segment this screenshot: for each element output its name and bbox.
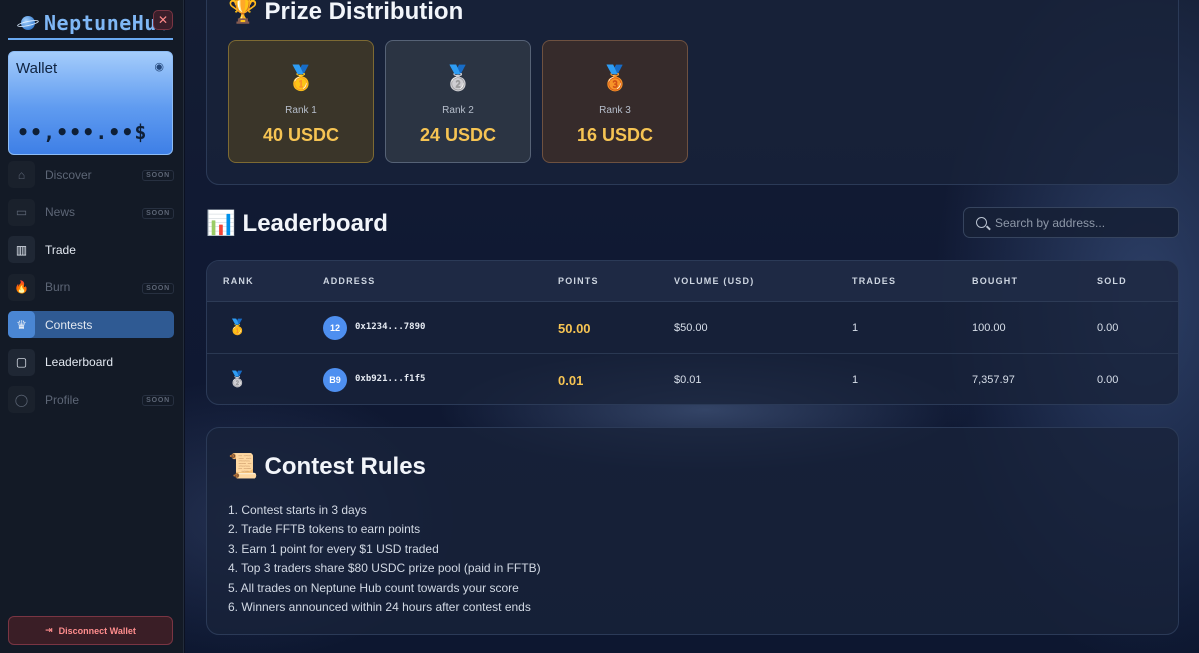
disconnect-wallet-button[interactable]: ⇥ Disconnect Wallet — [8, 616, 173, 645]
leaderboard-title: 📊 Leaderboard — [206, 210, 388, 237]
sidebar-item-label: News — [45, 205, 76, 219]
clipboard-icon: ▢ — [8, 348, 35, 376]
avatar: B9 — [323, 368, 347, 392]
column-header-points: POINTS — [558, 276, 599, 286]
silver-medal-icon: 🥈 — [228, 371, 247, 388]
sidebar-item-label: Profile — [45, 392, 80, 407]
planet-logo-icon — [16, 13, 40, 33]
prize-amount: 24 USDC — [419, 125, 497, 145]
trades-value: 1 — [852, 374, 859, 386]
silver-medal-icon: 🥈 — [443, 65, 473, 92]
prize-card-rank-3: 🥉 Rank 3 16 USDC — [542, 40, 688, 163]
prize-card-rank-2: 🥈 Rank 2 24 USDC — [385, 40, 531, 163]
sidebar-item-label: Trade — [45, 242, 76, 257]
trophy-icon: ♛ — [8, 311, 35, 338]
bought-value: 7,357.97 — [972, 374, 1015, 386]
sidebar-item-label: Burn — [45, 280, 71, 294]
table-row[interactable]: 🥇 12 0x1234...7890 50.00 $50.00 1 100.00… — [207, 302, 1178, 354]
volume-value: $50.00 — [674, 322, 708, 334]
rules-list: 1. Contest starts in 3 days 2. Trade FFT… — [228, 501, 541, 617]
wallet-card[interactable]: Wallet ◉ ••,•••.••$ — [8, 51, 173, 155]
prize-card-rank-1: 🥇 Rank 1 40 USDC — [228, 40, 374, 163]
table-row[interactable]: 🥈 B9 0xb921...f1f5 0.01 $0.01 1 7,357.97… — [207, 354, 1178, 404]
search-icon — [976, 217, 987, 228]
prize-rank-label: Rank 3 — [599, 105, 631, 116]
sidebar-item-burn[interactable]: 🔥 Burn SOON — [8, 273, 174, 301]
column-header-rank: RANK — [223, 276, 254, 286]
gold-medal-icon: 🥇 — [228, 319, 247, 336]
logout-icon: ⇥ — [45, 625, 53, 635]
book-icon: ▭ — [8, 198, 35, 226]
wallet-title: Wallet — [16, 60, 58, 77]
column-header-volume: VOLUME (USD) — [674, 276, 755, 286]
rule-item: 2. Trade FFTB tokens to earn points — [228, 522, 421, 537]
search-box[interactable] — [963, 207, 1179, 238]
soon-badge: SOON — [142, 170, 174, 181]
disconnect-label: Disconnect Wallet — [58, 625, 136, 636]
rule-item: 1. Contest starts in 3 days — [228, 503, 367, 517]
sidebar-item-news[interactable]: ▭ News SOON — [8, 198, 174, 226]
contest-rules-panel: 📜 Contest Rules 1. Contest starts in 3 d… — [206, 427, 1179, 635]
address-link[interactable]: 0x1234...7890 — [355, 322, 425, 332]
trades-value: 1 — [852, 322, 859, 334]
address-link[interactable]: 0xb921...f1f5 — [355, 374, 425, 384]
planet-mini-icon: ◉ — [154, 61, 164, 73]
sidebar-item-trade[interactable]: ▥ Trade — [8, 236, 174, 263]
bar-chart-icon: ▥ — [8, 236, 35, 263]
sidebar-nav: ⌂ Discover SOON ▭ News SOON ▥ Trade 🔥 Bu… — [8, 158, 174, 413]
table-header: RANK ADDRESS POINTS VOLUME (USD) TRADES … — [207, 261, 1178, 302]
rule-item: 5. All trades on Neptune Hub count towar… — [228, 580, 519, 595]
rule-item: 6. Winners announced within 24 hours aft… — [228, 599, 531, 614]
sidebar: NeptuneHub ✕ Wallet ◉ ••,•••.••$ ⌂ Disco… — [0, 0, 184, 653]
prize-distribution-panel: 🏆 Prize Distribution 🥇 Rank 1 40 USDC 🥈 … — [206, 0, 1179, 185]
leaderboard-table: RANK ADDRESS POINTS VOLUME (USD) TRADES … — [206, 260, 1179, 405]
rule-item: 4. Top 3 traders share $80 USDC prize po… — [228, 561, 541, 576]
sidebar-item-label: Leaderboard — [45, 355, 114, 369]
search-input[interactable] — [995, 215, 1165, 230]
prize-distribution-title: 🏆 Prize Distribution — [228, 0, 464, 25]
sidebar-item-discover[interactable]: ⌂ Discover SOON — [8, 161, 174, 188]
bought-value: 100.00 — [972, 322, 1006, 334]
sidebar-item-label: Contests — [45, 317, 93, 332]
sidebar-item-profile[interactable]: ◯ Profile SOON — [8, 386, 174, 413]
sidebar-item-leaderboard[interactable]: ▢ Leaderboard — [8, 348, 174, 376]
column-header-bought: BOUGHT — [972, 276, 1019, 286]
sidebar-item-label: Discover — [45, 167, 92, 182]
wallet-balance: ••,•••.••$ — [17, 120, 148, 144]
gold-medal-icon: 🥇 — [286, 65, 316, 92]
column-header-trades: TRADES — [852, 276, 897, 286]
prize-rank-label: Rank 1 — [285, 105, 317, 116]
close-sidebar-button[interactable]: ✕ — [153, 10, 173, 30]
prize-amount: 16 USDC — [576, 125, 654, 145]
sold-value: 0.00 — [1097, 322, 1119, 334]
rule-item: 3. Earn 1 point for every $1 USD traded — [228, 541, 439, 556]
prize-rank-label: Rank 2 — [442, 105, 474, 116]
sold-value: 0.00 — [1097, 374, 1119, 386]
soon-badge: SOON — [142, 282, 174, 294]
main-content: 🏆 Prize Distribution 🥇 Rank 1 40 USDC 🥈 … — [185, 0, 1199, 653]
column-header-address: ADDRESS — [323, 276, 376, 286]
points-value: 50.00 — [558, 321, 591, 336]
avatar: 12 — [323, 316, 347, 340]
prize-amount: 40 USDC — [262, 125, 340, 145]
volume-value: $0.01 — [674, 374, 702, 386]
brand-header: NeptuneHub ✕ — [8, 8, 173, 40]
soon-badge: SOON — [142, 207, 174, 219]
contest-rules-title: 📜 Contest Rules — [228, 453, 426, 480]
brand-name: NeptuneHub — [44, 11, 170, 35]
flame-icon: 🔥 — [8, 273, 35, 301]
column-header-sold: SOLD — [1097, 276, 1127, 286]
soon-badge: SOON — [142, 395, 174, 406]
bronze-medal-icon: 🥉 — [600, 65, 630, 92]
home-icon: ⌂ — [8, 161, 35, 188]
points-value: 0.01 — [558, 373, 584, 388]
user-icon: ◯ — [8, 386, 35, 413]
sidebar-item-contests[interactable]: ♛ Contests — [8, 311, 174, 338]
